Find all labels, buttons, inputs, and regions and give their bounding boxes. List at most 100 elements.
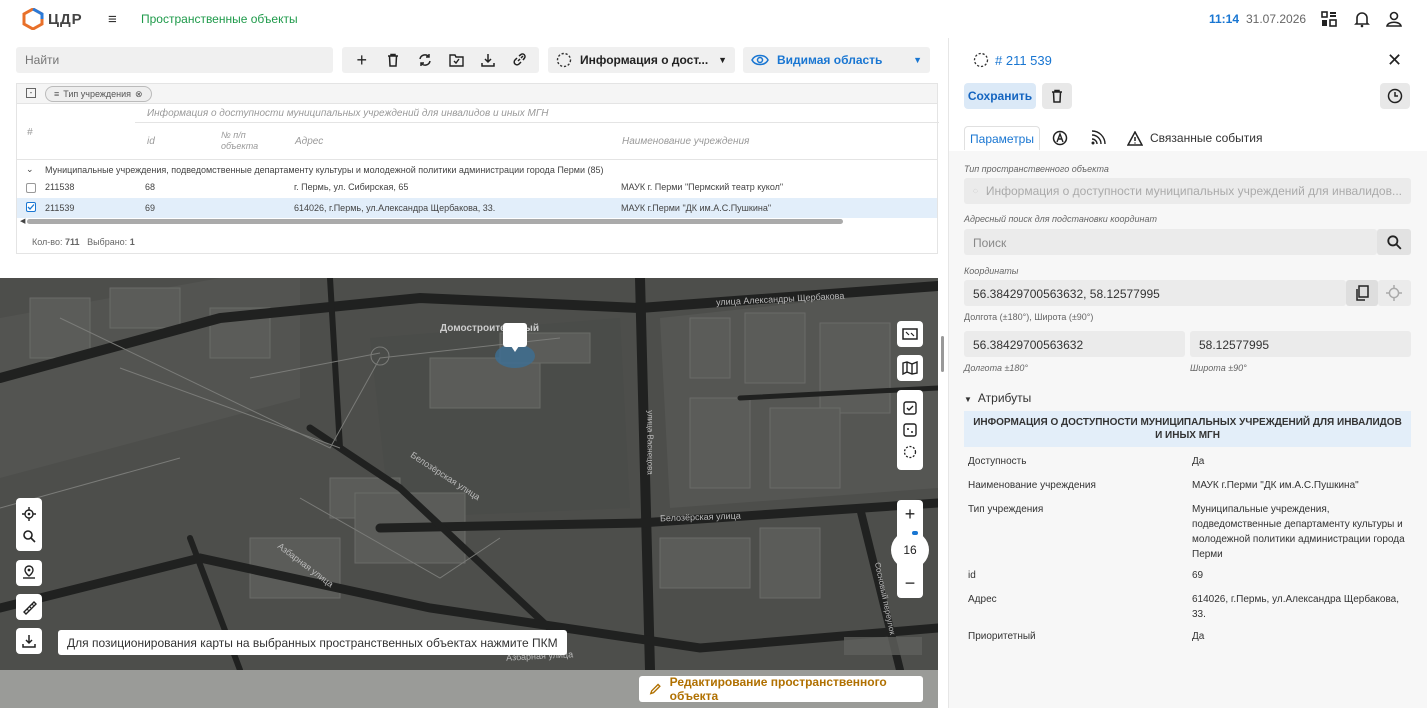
tab-related-events[interactable]: Связанные события [1127, 126, 1262, 150]
tab-autocad[interactable] [1052, 126, 1068, 150]
user-icon[interactable] [1385, 10, 1403, 28]
pick-coords-button[interactable] [1378, 280, 1411, 306]
data-grid: - ≡ Тип учреждения ⊗ Информация о доступ… [16, 83, 939, 254]
filter-chip-label: Тип учреждения [63, 89, 132, 99]
date: 31.07.2026 [1246, 12, 1307, 26]
attr-key: Адрес [968, 594, 997, 605]
copy-icon [1356, 285, 1369, 301]
chevron-down-icon[interactable]: ⌄ [26, 164, 34, 175]
group-toggle-icon[interactable]: - [26, 88, 36, 98]
map-canvas [0, 278, 938, 670]
download-icon[interactable] [479, 51, 497, 69]
ruler-icon [23, 601, 37, 615]
column-group-header: Информация о доступности муниципальных у… [147, 108, 549, 119]
address-search-button[interactable] [1377, 229, 1411, 255]
delete-icon[interactable] [384, 51, 402, 69]
tab-signal[interactable] [1090, 126, 1106, 150]
save-button[interactable]: Сохранить [964, 83, 1036, 109]
close-icon[interactable]: ⊗ [135, 89, 143, 100]
filter-chip[interactable]: ≡ Тип учреждения ⊗ [45, 86, 152, 102]
folder-check-icon[interactable] [447, 51, 465, 69]
map-view[interactable]: улица Александры Щербакова Белозёрская у… [0, 278, 938, 670]
menu-icon[interactable]: ≡ [108, 11, 117, 28]
crosshair-icon [1386, 285, 1402, 301]
horizontal-scrollbar[interactable] [27, 219, 843, 224]
map-marker[interactable] [503, 323, 527, 347]
app-logo[interactable]: ЦДР [22, 8, 83, 30]
col-number-line1: № п/п [221, 130, 246, 140]
chevron-down-icon: ▼ [913, 55, 922, 65]
table-row[interactable]: 211538 68 г. Пермь, ул. Сибирская, 65 МА… [17, 179, 937, 197]
edit-object-label: Редактирование пространственного объекта [669, 675, 887, 703]
cell-address: 614026, г.Пермь, ул.Александра Щербакова… [294, 203, 496, 213]
table-row[interactable]: 211539 69 614026, г.Пермь, ул.Александра… [17, 198, 937, 218]
selected-value: 1 [129, 237, 135, 247]
top-bar: ЦДР ≡ Пространственные объекты 11:14 31.… [0, 0, 1427, 38]
refresh-icon[interactable] [416, 51, 434, 69]
place-pin-button[interactable] [16, 560, 42, 586]
select-area-icon[interactable] [903, 423, 917, 437]
zoom-level-value: 16 [903, 543, 917, 557]
dashed-circle-icon[interactable] [903, 445, 917, 459]
count-label: Кол-во: [32, 237, 63, 247]
add-icon[interactable]: + [353, 50, 371, 70]
fullscreen-icon [902, 328, 918, 340]
zoom-indicator [912, 531, 918, 535]
link-icon[interactable] [510, 51, 528, 69]
attr-key: Наименование учреждения [968, 480, 1096, 491]
search-icon [1387, 235, 1402, 250]
layer-select[interactable]: Информация о дост... ▼ [548, 47, 735, 73]
bell-icon[interactable] [1353, 10, 1371, 28]
col-header-row-num[interactable]: # [27, 127, 33, 138]
search-icon[interactable] [22, 529, 36, 543]
col-header-name[interactable]: Наименование учреждения [622, 136, 749, 147]
copy-coords-button[interactable] [1346, 280, 1378, 306]
count-value: 711 [65, 237, 80, 247]
col-header-id[interactable]: id [147, 136, 155, 147]
latitude-input[interactable]: 58.12577995 [1190, 331, 1411, 357]
row-checkbox-checked[interactable] [26, 202, 36, 212]
locate-icon[interactable] [22, 506, 36, 521]
cell-id: 211538 [45, 182, 75, 192]
panel-splitter[interactable] [941, 336, 944, 372]
group-row[interactable]: ⌄ Муниципальные учреждения, подведомстве… [17, 161, 937, 179]
cell-address: г. Пермь, ул. Сибирская, 65 [294, 182, 409, 192]
layer-select-value: Информация о дост... [580, 53, 709, 67]
attributes-toggle[interactable]: ▼ Атрибуты [964, 391, 1031, 405]
zoom-in-button[interactable]: + [905, 504, 916, 525]
col-header-number[interactable]: № п/п объекта [221, 130, 258, 152]
view-select[interactable]: Видимая область ▼ [743, 47, 930, 73]
address-search-input[interactable]: Поиск [964, 229, 1377, 255]
history-button[interactable] [1380, 83, 1410, 109]
coords-input[interactable]: 56.38429700563632, 58.12577995 [964, 280, 1346, 306]
tab-related-events-label: Связанные события [1150, 131, 1263, 145]
tab-parameters[interactable]: Параметры [964, 126, 1040, 150]
breadcrumb[interactable]: Пространственные объекты [141, 12, 298, 26]
col-header-address[interactable]: Адрес [295, 136, 323, 147]
zoom-out-button[interactable]: − [905, 573, 916, 594]
view-select-value: Видимая область [777, 53, 883, 67]
map-pin-icon [23, 565, 35, 579]
basemap-button[interactable] [897, 355, 923, 381]
scroll-left-icon[interactable]: ◀ [20, 217, 25, 225]
clock-icon [1387, 88, 1403, 104]
list-icon: ≡ [54, 89, 60, 99]
selected-label: Выбрано: [87, 237, 128, 247]
apps-icon[interactable] [1320, 10, 1338, 28]
caret-down-icon: ▼ [964, 395, 972, 404]
edit-object-button[interactable]: Редактирование пространственного объекта [639, 675, 923, 703]
cell-number: 69 [145, 203, 156, 213]
export-button[interactable] [16, 628, 42, 654]
checkbox-icon[interactable] [903, 401, 917, 415]
longitude-label: Долгота ±180° [964, 363, 1029, 373]
search-input[interactable] [16, 47, 333, 73]
attr-value: Да [1192, 631, 1205, 642]
fullscreen-button[interactable] [897, 321, 923, 347]
row-checkbox[interactable] [26, 183, 36, 193]
attr-value: МАУК г.Перми "ДК им.А.С.Пушкина" [1192, 480, 1359, 491]
delete-object-button[interactable] [1042, 83, 1072, 109]
ruler-button[interactable] [16, 594, 42, 620]
longitude-input[interactable]: 56.38429700563632 [964, 331, 1185, 357]
close-icon[interactable]: ✕ [1387, 50, 1402, 71]
logo-text: ЦДР [48, 10, 83, 28]
